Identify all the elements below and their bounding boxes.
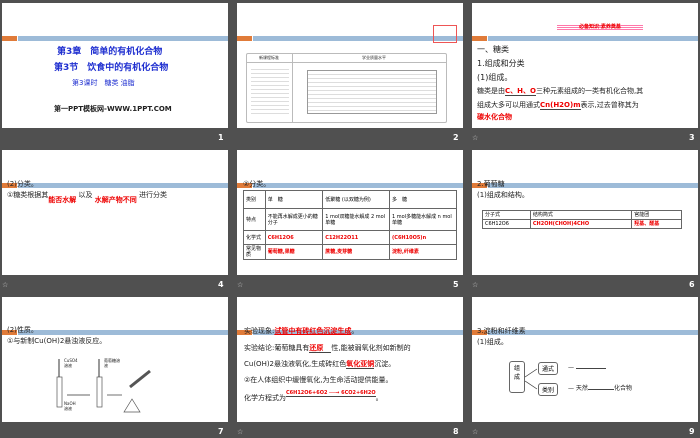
category-line: — 天然 化合物 (568, 385, 632, 392)
slide-thumbnail-4[interactable]: (2)分类。 ①糖类根据其能否水解 以及 水解产物不同 进行分类 (2, 150, 228, 275)
label: NaOH溶液 (64, 401, 76, 411)
column-header: 学业质量水平 (362, 55, 386, 60)
lesson-title: 第3课时 糖类 油脂 (72, 79, 135, 87)
slide-thumbnail-5[interactable]: ②分类。 类别单 糖低聚糖 (以双糖为例) 多 糖 特点 不能再水解成更小的糖分子 1… (237, 150, 463, 275)
animation-icon[interactable]: ☆ (237, 428, 243, 436)
slide-number: 8 (453, 427, 459, 436)
header-bar (472, 36, 698, 41)
heading: (2)性质。 (7, 326, 38, 334)
heading: 一、糖类 (477, 45, 509, 54)
root-box: 组成 (509, 361, 525, 393)
heading: 1.组成和分类 (477, 59, 525, 68)
animation-icon[interactable]: ☆ (237, 281, 243, 289)
logo-stamp (433, 25, 457, 43)
paragraph: 糖类是由C、H、O三种元素组成的一类有机化合物,其 (477, 87, 644, 97)
paragraph: ②在人体组织中缓慢氧化,为生命活动提供能量。 (244, 376, 393, 384)
chapter-title: 第3章 简单的有机化合物 (57, 47, 163, 57)
footer-text: 第一PPT模板网-WWW.1PPT.COM (54, 105, 172, 113)
slide-number: 1 (218, 133, 224, 142)
heading: (1)组成和结构。 (477, 191, 529, 199)
standards-table: 新课程标准 学业质量水平 (246, 53, 447, 123)
column-header: 新课程标准 (259, 55, 279, 60)
animation-icon[interactable]: ☆ (472, 134, 478, 142)
slide-thumbnail-7[interactable]: (2)性质。 ①与新制Cu(OH)2悬浊液反应。 CuSO4溶液 葡萄糖溶液 N… (2, 297, 228, 422)
slide-number: 3 (689, 133, 695, 142)
slide-number: 9 (689, 427, 695, 436)
blank-line: — (568, 364, 606, 371)
slide-number: 2 (453, 133, 459, 142)
paragraph: 组成大多可以用通式Cn(H2O)m表示,过去曾称其为 (477, 101, 639, 111)
slide-number: 4 (218, 280, 224, 289)
animation-icon[interactable]: ☆ (472, 281, 478, 289)
glucose-table: 分子式 结构简式 官能团 C6H12O6 CH2OH(CHOH)4CHO 羟基、醛基 (482, 210, 682, 229)
paragraph: Cu(OH)2悬浊液氧化,生成砖红色氧化亚铜沉淀。 (244, 360, 396, 370)
paragraph: 化学方程式为C6H12O6+6O2 ──→ 6CO2+6H2O。 (244, 390, 383, 402)
header-bar (237, 183, 463, 188)
sugar-classification-table: 类别单 糖低聚糖 (以双糖为例) 多 糖 特点 不能再水解成更小的糖分子 1 mol双… (243, 190, 457, 260)
header-bar (472, 183, 698, 188)
heading: ①与新制Cu(OH)2悬浊液反应。 (7, 337, 107, 345)
formula-box: 通式 (538, 362, 559, 375)
paragraph: 实验结论:葡萄糖具有还原 性,能被弱氧化剂如新制的 (244, 344, 411, 354)
slide-number: 5 (453, 280, 459, 289)
slide-number: 7 (218, 427, 224, 436)
slide-thumbnail-8[interactable]: 实验现象:试管中有砖红色沉淀生成。 实验结论:葡萄糖具有还原 性,能被弱氧化剂如新… (237, 297, 463, 422)
label: CuSO4溶液 (64, 358, 78, 368)
slide-thumbnail-6[interactable]: 2.葡萄糖 (1)组成和结构。 分子式 结构简式 官能团 C6H12O6 CH2OH(… (472, 150, 698, 275)
slide-thumbnail-3[interactable]: 必备知识·素养奠基 一、糖类 1.组成和分类 (1)组成。 糖类是由C、H、O三… (472, 3, 698, 128)
slide-thumbnail-2[interactable]: 新课程标准 学业质量水平 (237, 3, 463, 128)
heading: 3.淀粉和纤维素 (477, 327, 526, 335)
heading: (1)组成。 (477, 338, 508, 346)
heading: (1)组成。 (477, 73, 513, 82)
section-banner: 必备知识·素养奠基 (557, 24, 643, 30)
header-bar (237, 36, 463, 41)
heading: (2)分类。 (7, 180, 38, 188)
answer-text: 碳水化合物 (477, 113, 512, 121)
heading: 2.葡萄糖 (477, 180, 505, 188)
slide-thumbnail-1[interactable]: 第3章 简单的有机化合物 第3节 饮食中的有机化合物 第3课时 糖类 油脂 第一… (2, 3, 228, 128)
category-box: 类别 (538, 383, 559, 396)
animation-icon[interactable]: ☆ (472, 428, 478, 436)
header-bar (2, 36, 228, 41)
paragraph: 实验现象:试管中有砖红色沉淀生成。 (244, 327, 359, 335)
label: 葡萄糖溶液 (104, 358, 120, 368)
slide-thumbnail-9[interactable]: 3.淀粉和纤维素 (1)组成。 组成 通式 类别 — — 天然 化合物 (472, 297, 698, 422)
heading: ②分类。 (243, 180, 271, 188)
section-title: 第3节 饮食中的有机化合物 (54, 63, 169, 73)
animation-icon[interactable]: ☆ (2, 281, 8, 289)
slide-number: 6 (689, 280, 695, 289)
paragraph: ①糖类根据其能否水解 以及 水解产物不同 进行分类 (7, 191, 167, 204)
